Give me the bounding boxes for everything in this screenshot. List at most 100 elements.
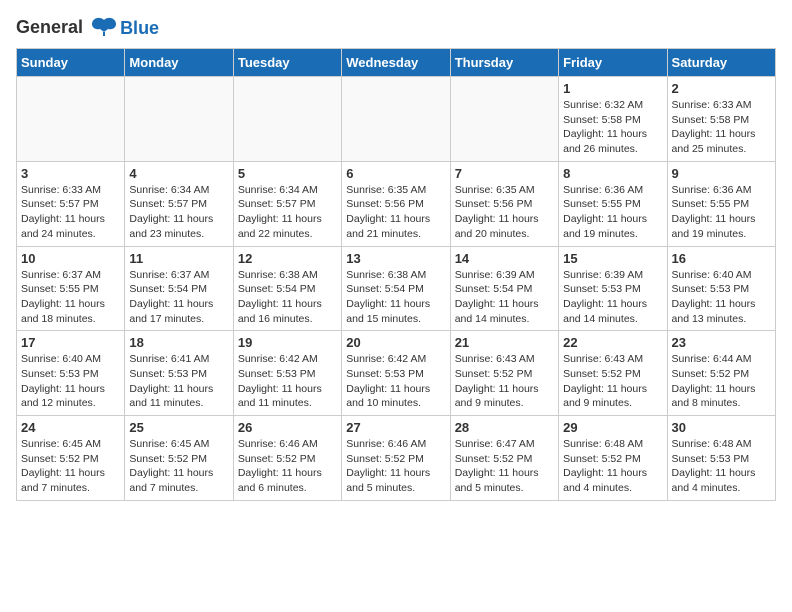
day-info: Sunrise: 6:45 AMSunset: 5:52 PMDaylight:… [21,437,120,496]
day-number: 1 [563,81,662,96]
calendar-cell: 17 Sunrise: 6:40 AMSunset: 5:53 PMDayligh… [17,331,125,416]
day-number: 24 [21,420,120,435]
day-number: 28 [455,420,554,435]
day-info: Sunrise: 6:36 AMSunset: 5:55 PMDaylight:… [672,183,771,242]
calendar-cell: 5 Sunrise: 6:34 AMSunset: 5:57 PMDaylight… [233,161,341,246]
day-info: Sunrise: 6:47 AMSunset: 5:52 PMDaylight:… [455,437,554,496]
calendar-header-row: SundayMondayTuesdayWednesdayThursdayFrid… [17,49,776,77]
day-info: Sunrise: 6:36 AMSunset: 5:55 PMDaylight:… [563,183,662,242]
day-info: Sunrise: 6:41 AMSunset: 5:53 PMDaylight:… [129,352,228,411]
day-number: 26 [238,420,337,435]
day-info: Sunrise: 6:48 AMSunset: 5:52 PMDaylight:… [563,437,662,496]
calendar-cell: 11 Sunrise: 6:37 AMSunset: 5:54 PMDayligh… [125,246,233,331]
page-header: General Blue [16,16,776,40]
calendar-table: SundayMondayTuesdayWednesdayThursdayFrid… [16,48,776,501]
day-number: 25 [129,420,228,435]
day-info: Sunrise: 6:35 AMSunset: 5:56 PMDaylight:… [455,183,554,242]
day-info: Sunrise: 6:40 AMSunset: 5:53 PMDaylight:… [672,268,771,327]
day-number: 6 [346,166,445,181]
day-number: 16 [672,251,771,266]
calendar-cell: 10Sunrise: 6:37 AMSunset: 5:55 PMDayligh… [17,246,125,331]
calendar-week-3: 10Sunrise: 6:37 AMSunset: 5:55 PMDayligh… [17,246,776,331]
day-info: Sunrise: 6:34 AMSunset: 5:57 PMDaylight:… [129,183,228,242]
day-info: Sunrise: 6:44 AMSunset: 5:52 PMDaylight:… [672,352,771,411]
day-info: Sunrise: 6:34 AMSunset: 5:57 PMDaylight:… [238,183,337,242]
day-number: 2 [672,81,771,96]
day-number: 29 [563,420,662,435]
calendar-cell: 26 Sunrise: 6:46 AMSunset: 5:52 PMDayligh… [233,416,341,501]
day-info: Sunrise: 6:42 AMSunset: 5:53 PMDaylight:… [238,352,337,411]
calendar-cell: 18 Sunrise: 6:41 AMSunset: 5:53 PMDayligh… [125,331,233,416]
calendar-week-4: 17 Sunrise: 6:40 AMSunset: 5:53 PMDayligh… [17,331,776,416]
calendar-cell: 21 Sunrise: 6:43 AMSunset: 5:52 PMDayligh… [450,331,558,416]
calendar-cell: 13 Sunrise: 6:38 AMSunset: 5:54 PMDayligh… [342,246,450,331]
calendar-header-thursday: Thursday [450,49,558,77]
day-info: Sunrise: 6:38 AMSunset: 5:54 PMDaylight:… [238,268,337,327]
calendar-cell: 7 Sunrise: 6:35 AMSunset: 5:56 PMDaylight… [450,161,558,246]
logo: General Blue [16,16,159,40]
calendar-cell: 16 Sunrise: 6:40 AMSunset: 5:53 PMDayligh… [667,246,775,331]
day-info: Sunrise: 6:40 AMSunset: 5:53 PMDaylight:… [21,352,120,411]
day-info: Sunrise: 6:43 AMSunset: 5:52 PMDaylight:… [563,352,662,411]
calendar-cell: 25 Sunrise: 6:45 AMSunset: 5:52 PMDayligh… [125,416,233,501]
day-info: Sunrise: 6:48 AMSunset: 5:53 PMDaylight:… [672,437,771,496]
calendar-cell: 3Sunrise: 6:33 AMSunset: 5:57 PMDaylight… [17,161,125,246]
calendar-cell: 15Sunrise: 6:39 AMSunset: 5:53 PMDayligh… [559,246,667,331]
day-number: 5 [238,166,337,181]
calendar-cell [233,77,341,162]
calendar-cell: 20 Sunrise: 6:42 AMSunset: 5:53 PMDayligh… [342,331,450,416]
day-number: 12 [238,251,337,266]
day-number: 23 [672,335,771,350]
calendar-cell [450,77,558,162]
day-info: Sunrise: 6:37 AMSunset: 5:55 PMDaylight:… [21,268,120,327]
day-info: Sunrise: 6:42 AMSunset: 5:53 PMDaylight:… [346,352,445,411]
day-number: 8 [563,166,662,181]
day-info: Sunrise: 6:38 AMSunset: 5:54 PMDaylight:… [346,268,445,327]
calendar-cell: 30 Sunrise: 6:48 AMSunset: 5:53 PMDayligh… [667,416,775,501]
day-info: Sunrise: 6:46 AMSunset: 5:52 PMDaylight:… [346,437,445,496]
day-number: 21 [455,335,554,350]
calendar-header-sunday: Sunday [17,49,125,77]
day-info: Sunrise: 6:45 AMSunset: 5:52 PMDaylight:… [129,437,228,496]
calendar-cell: 28 Sunrise: 6:47 AMSunset: 5:52 PMDayligh… [450,416,558,501]
day-number: 9 [672,166,771,181]
calendar-cell [125,77,233,162]
calendar-cell: 6 Sunrise: 6:35 AMSunset: 5:56 PMDaylight… [342,161,450,246]
calendar-cell: 19 Sunrise: 6:42 AMSunset: 5:53 PMDayligh… [233,331,341,416]
calendar-header-saturday: Saturday [667,49,775,77]
day-info: Sunrise: 6:43 AMSunset: 5:52 PMDaylight:… [455,352,554,411]
day-number: 17 [21,335,120,350]
day-number: 7 [455,166,554,181]
day-number: 18 [129,335,228,350]
day-number: 27 [346,420,445,435]
day-number: 22 [563,335,662,350]
calendar-cell: 1Sunrise: 6:32 AMSunset: 5:58 PMDaylight… [559,77,667,162]
calendar-cell: 27 Sunrise: 6:46 AMSunset: 5:52 PMDayligh… [342,416,450,501]
calendar-header-wednesday: Wednesday [342,49,450,77]
calendar-week-5: 24 Sunrise: 6:45 AMSunset: 5:52 PMDayligh… [17,416,776,501]
day-number: 30 [672,420,771,435]
logo-bird-icon [90,16,118,40]
day-number: 11 [129,251,228,266]
calendar-cell: 4Sunrise: 6:34 AMSunset: 5:57 PMDaylight… [125,161,233,246]
day-info: Sunrise: 6:37 AMSunset: 5:54 PMDaylight:… [129,268,228,327]
day-number: 20 [346,335,445,350]
day-info: Sunrise: 6:35 AMSunset: 5:56 PMDaylight:… [346,183,445,242]
calendar-cell [342,77,450,162]
day-info: Sunrise: 6:33 AMSunset: 5:57 PMDaylight:… [21,183,120,242]
day-number: 19 [238,335,337,350]
day-number: 14 [455,251,554,266]
calendar-cell: 12 Sunrise: 6:38 AMSunset: 5:54 PMDayligh… [233,246,341,331]
day-info: Sunrise: 6:33 AMSunset: 5:58 PMDaylight:… [672,98,771,157]
logo-line1: General [16,17,83,37]
calendar-week-2: 3Sunrise: 6:33 AMSunset: 5:57 PMDaylight… [17,161,776,246]
calendar-header-tuesday: Tuesday [233,49,341,77]
calendar-cell: 23 Sunrise: 6:44 AMSunset: 5:52 PMDayligh… [667,331,775,416]
calendar-cell: 8 Sunrise: 6:36 AMSunset: 5:55 PMDaylight… [559,161,667,246]
calendar-cell [17,77,125,162]
day-info: Sunrise: 6:46 AMSunset: 5:52 PMDaylight:… [238,437,337,496]
day-info: Sunrise: 6:39 AMSunset: 5:54 PMDaylight:… [455,268,554,327]
calendar-cell: 14 Sunrise: 6:39 AMSunset: 5:54 PMDayligh… [450,246,558,331]
day-number: 13 [346,251,445,266]
day-info: Sunrise: 6:39 AMSunset: 5:53 PMDaylight:… [563,268,662,327]
